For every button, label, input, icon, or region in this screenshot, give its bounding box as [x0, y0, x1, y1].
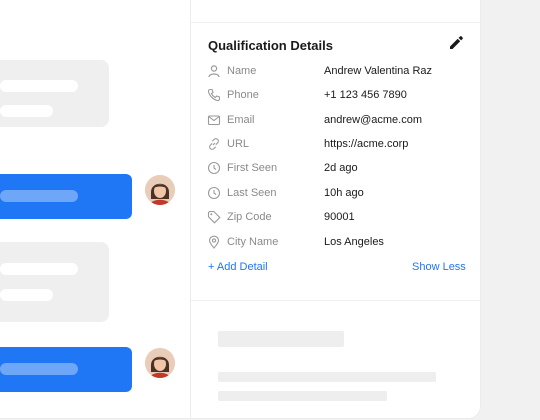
clock-icon	[207, 186, 221, 200]
detail-label: Zip Code	[227, 211, 272, 223]
clock-icon	[207, 161, 221, 175]
message-text-placeholder	[0, 105, 53, 117]
detail-row-name: Name Andrew Valentina Raz	[207, 63, 467, 81]
detail-value: Los Angeles	[324, 236, 384, 248]
outgoing-message-bubble[interactable]	[0, 347, 132, 392]
skeleton-line	[218, 372, 436, 382]
detail-row-url: URL https://acme.corp	[207, 136, 467, 154]
detail-label: First Seen	[227, 162, 278, 174]
skeleton-line	[218, 391, 387, 401]
mail-icon	[207, 113, 221, 127]
detail-label: Phone	[227, 89, 259, 101]
detail-value: +1 123 456 7890	[324, 89, 407, 101]
detail-label: City Name	[227, 236, 279, 248]
message-text-placeholder	[0, 363, 78, 375]
skeleton-heading	[218, 331, 344, 347]
detail-value: 90001	[324, 211, 355, 223]
avatar[interactable]	[145, 175, 175, 205]
pencil-icon[interactable]	[447, 34, 465, 52]
avatar[interactable]	[145, 348, 175, 378]
tag-icon	[207, 210, 221, 224]
detail-row-last-seen: Last Seen 10h ago	[207, 185, 467, 203]
show-less-button[interactable]: Show Less	[412, 261, 466, 273]
divider	[191, 22, 480, 23]
location-icon	[207, 235, 221, 249]
message-text-placeholder	[0, 190, 78, 202]
add-detail-button[interactable]: + Add Detail	[208, 261, 268, 273]
detail-row-first-seen: First Seen 2d ago	[207, 160, 467, 178]
detail-row-zip-code: Zip Code 90001	[207, 209, 467, 227]
detail-value: Andrew Valentina Raz	[324, 65, 433, 77]
detail-row-phone: Phone +1 123 456 7890	[207, 87, 467, 105]
detail-value[interactable]: https://acme.corp	[324, 138, 408, 150]
incoming-message-bubble	[0, 60, 109, 127]
detail-label: Email	[227, 114, 255, 126]
message-text-placeholder	[0, 289, 53, 301]
message-text-placeholder	[0, 263, 78, 275]
message-text-placeholder	[0, 80, 78, 92]
outgoing-message-bubble[interactable]	[0, 174, 132, 219]
phone-icon	[207, 88, 221, 102]
panel-title: Qualification Details	[208, 38, 333, 53]
detail-value: 10h ago	[324, 187, 364, 199]
link-icon	[207, 137, 221, 151]
detail-row-city-name: City Name Los Angeles	[207, 234, 467, 252]
incoming-message-bubble	[0, 242, 109, 322]
detail-value: 2d ago	[324, 162, 358, 174]
detail-row-email: Email andrew@acme.com	[207, 112, 467, 130]
divider	[191, 300, 480, 301]
chat-column	[0, 0, 190, 418]
user-icon	[207, 64, 221, 78]
app-window: Qualification Details Name Andrew Valent…	[0, 0, 480, 418]
detail-label: URL	[227, 138, 250, 150]
detail-label: Last Seen	[227, 187, 277, 199]
details-panel: Qualification Details Name Andrew Valent…	[191, 0, 480, 418]
detail-label: Name	[227, 65, 257, 77]
detail-value: andrew@acme.com	[324, 114, 422, 126]
